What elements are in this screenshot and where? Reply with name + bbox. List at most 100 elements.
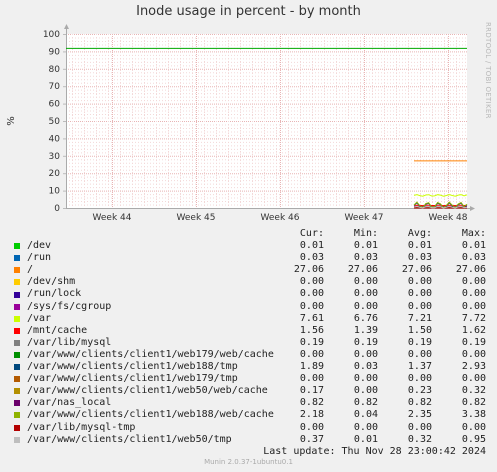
- y-tick-label: 50: [49, 117, 61, 127]
- legend-avg-value: 27.06: [401, 264, 432, 276]
- y-tick-label: 70: [49, 82, 61, 92]
- legend-min-value: 1.39: [353, 324, 378, 336]
- y-tick-label: 80: [49, 65, 61, 75]
- col-min-header: Min:: [353, 228, 378, 239]
- legend-row: /var/www/clients/client1/web179/web/cach…: [12, 349, 486, 361]
- legend-swatch: [14, 376, 20, 383]
- legend-avg-value: 0.00: [407, 300, 432, 312]
- legend-swatch: [14, 436, 20, 443]
- legend-cur-value: 1.89: [299, 361, 324, 373]
- legend-row: /sys/fs/cgroup 0.00 0.00 0.00 0.00: [12, 301, 486, 313]
- legend-max-value: 27.06: [455, 264, 486, 276]
- legend-min-value: 0.04: [353, 409, 378, 421]
- legend-row: /var/nas_local 0.82 0.82 0.82 0.82: [12, 397, 486, 409]
- legend-cur-value: 0.00: [299, 348, 324, 360]
- legend-cur-value: 0.00: [299, 276, 324, 288]
- legend-avg-value: 2.35: [407, 409, 432, 421]
- legend-swatch: [14, 255, 20, 262]
- legend-max-value: 0.03: [461, 252, 486, 264]
- legend-row: /var/www/clients/client1/web50/tmp 0.37 0.…: [12, 434, 486, 446]
- legend-min-value: 0.03: [353, 252, 378, 264]
- legend-series-name: /var/www/clients/client1/web50/web/cache: [27, 385, 268, 397]
- y-tick-label: 0: [54, 204, 60, 214]
- legend-series-name: /var/lib/mysql: [27, 336, 112, 348]
- legend-avg-value: 0.03: [407, 252, 432, 264]
- legend-avg-value: 0.23: [407, 385, 432, 397]
- legend-series-name: /var/lib/mysql-tmp: [27, 421, 136, 433]
- munin-footer: Munin 2.0.37-1ubuntu0.1: [204, 458, 293, 466]
- legend-row: /var 7.61 6.76 7.21 7.72: [12, 313, 486, 325]
- legend-min-value: 0.00: [353, 288, 378, 300]
- legend-min-value: 0.00: [353, 300, 378, 312]
- legend-swatch: [14, 267, 20, 274]
- legend: Cur: Min: Avg: Max: /dev 0.01 0.01 0.01 0.01…: [12, 228, 486, 458]
- y-tick-label: 90: [49, 47, 61, 57]
- legend-swatch: [14, 400, 20, 407]
- legend-cur-value: 0.01: [299, 240, 324, 252]
- legend-min-value: 27.06: [347, 264, 378, 276]
- y-tick-label: 10: [49, 187, 61, 197]
- legend-avg-value: 0.00: [407, 421, 432, 433]
- col-cur-header: Cur:: [299, 228, 324, 239]
- legend-cur-value: 0.00: [299, 300, 324, 312]
- legend-swatch: [14, 364, 20, 371]
- legend-row: /var/www/clients/client1/web188/web/cach…: [12, 409, 486, 421]
- legend-swatch: [14, 327, 20, 334]
- y-tick-label: 100: [43, 30, 60, 40]
- legend-max-value: 0.00: [461, 421, 486, 433]
- col-avg-header: Avg:: [407, 228, 432, 239]
- legend-cur-value: 0.00: [299, 421, 324, 433]
- legend-max-value: 0.00: [461, 288, 486, 300]
- legend-swatch: [14, 315, 20, 322]
- legend-cur-value: 0.82: [299, 397, 324, 409]
- x-axis-arrow: [470, 206, 475, 211]
- legend-swatch: [14, 351, 20, 358]
- legend-row: /var/lib/mysql 0.19 0.19 0.19 0.19: [12, 337, 486, 349]
- legend-max-value: 0.32: [461, 385, 486, 397]
- legend-avg-value: 0.82: [407, 397, 432, 409]
- legend-max-value: 7.72: [461, 312, 486, 324]
- legend-min-value: 0.00: [353, 385, 378, 397]
- col-max-header: Max:: [461, 228, 486, 239]
- legend-row: /var/www/clients/client1/web179/tmp 0.00 0…: [12, 373, 486, 385]
- legend-min-value: 0.01: [353, 433, 378, 445]
- legend-max-value: 0.00: [461, 300, 486, 312]
- legend-series-name: /run/lock: [27, 288, 82, 300]
- legend-min-value: 0.00: [353, 348, 378, 360]
- x-tick-label: Week 48: [429, 213, 468, 223]
- legend-swatch: [14, 279, 20, 286]
- plot-area: Week 44 Week 45 Week 46 Week 47 Week 48 0 10 20…: [6, 24, 475, 223]
- legend-series-name: /: [27, 264, 34, 276]
- legend-avg-value: 1.37: [407, 361, 432, 373]
- legend-min-value: 0.00: [353, 276, 378, 288]
- y-tick-label: 60: [49, 100, 61, 110]
- legend-series-name: /var/www/clients/client1/web50/tmp: [27, 433, 232, 445]
- legend-avg-value: 0.00: [407, 288, 432, 300]
- legend-cur-value: 7.61: [299, 312, 324, 324]
- x-tick-label: Week 44: [93, 213, 132, 223]
- legend-series-name: /mnt/cache: [27, 324, 88, 336]
- legend-series-name: /run: [27, 252, 52, 264]
- legend-row: /dev/shm 0.00 0.00 0.00 0.00: [12, 276, 486, 288]
- y-tick-label: 40: [49, 134, 61, 144]
- legend-max-value: 1.62: [461, 324, 486, 336]
- y-axis-label: %: [6, 116, 17, 126]
- legend-min-value: 0.82: [353, 397, 378, 409]
- legend-avg-value: 1.50: [407, 324, 432, 336]
- y-tick-label: 30: [49, 152, 61, 162]
- legend-min-value: 6.76: [353, 312, 378, 324]
- legend-min-value: 0.00: [353, 373, 378, 385]
- legend-series-name: /var: [27, 312, 52, 324]
- legend-series-name: /sys/fs/cgroup: [27, 300, 112, 312]
- legend-avg-value: 0.00: [407, 373, 432, 385]
- legend-series-name: /var/nas_local: [27, 397, 112, 409]
- rrdtool-credit: RRDTOOL / TOBI OETIKER: [484, 22, 492, 119]
- legend-row: /mnt/cache 1.56 1.39 1.50 1.62: [12, 325, 486, 337]
- legend-cur-value: 0.00: [299, 288, 324, 300]
- legend-avg-value: 0.19: [407, 336, 432, 348]
- legend-max-value: 0.95: [461, 433, 486, 445]
- legend-max-value: 0.00: [461, 373, 486, 385]
- legend-min-value: 0.01: [353, 240, 378, 252]
- legend-row: /var/www/clients/client1/web50/web/cache…: [12, 385, 486, 397]
- legend-swatch: [14, 303, 20, 310]
